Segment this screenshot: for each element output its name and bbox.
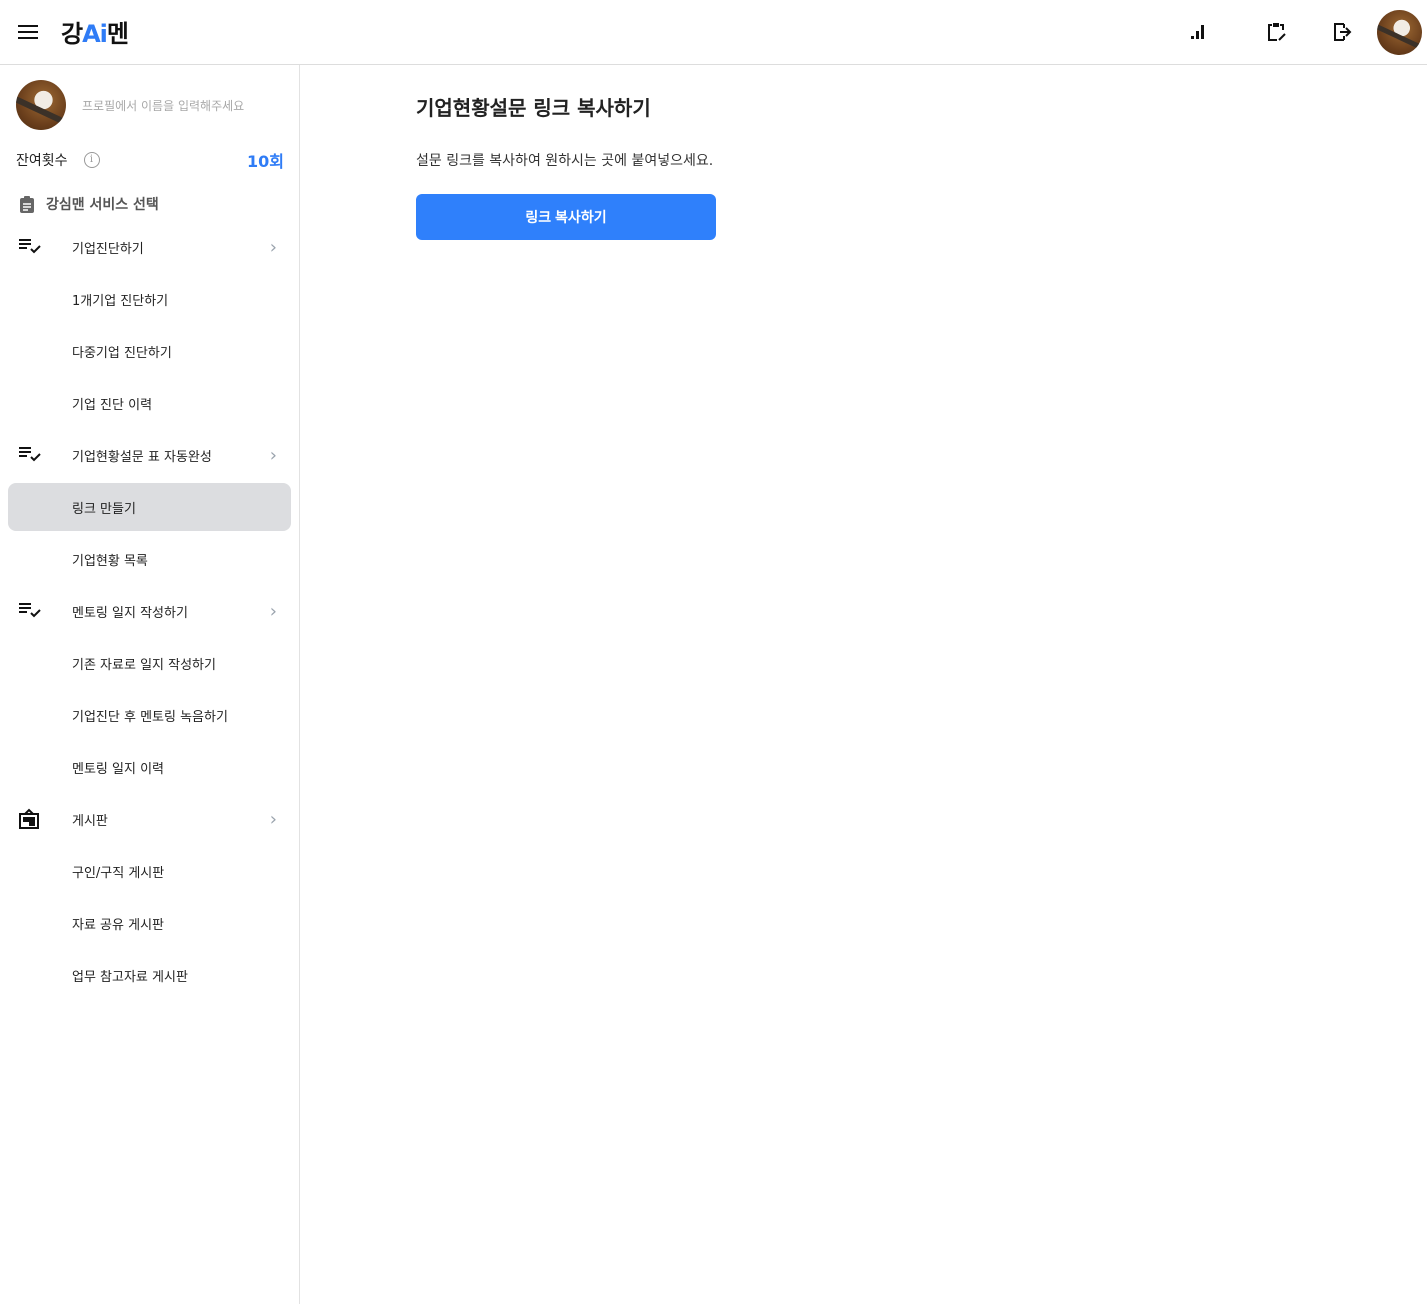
sidebar-item-label: 다중기업 진단하기	[72, 345, 172, 361]
clipboard-icon	[20, 196, 34, 213]
sidebar-item-label: 게시판	[72, 813, 108, 829]
chevron-right-icon[interactable]: ›	[270, 237, 277, 258]
remaining-count: 10회	[247, 152, 284, 171]
sidebar-item[interactable]: 링크 만들기	[8, 483, 291, 531]
checklist-icon	[18, 444, 42, 468]
sidebar-item-label: 업무 참고자료 게시판	[72, 969, 188, 985]
logout-icon[interactable]	[1331, 20, 1355, 44]
remaining-label: 잔여횟수	[16, 153, 68, 169]
sidebar-item[interactable]: 자료 공유 게시판	[8, 899, 291, 947]
sidebar-item-label: 구인/구직 게시판	[72, 865, 165, 881]
logo-text: 멘	[106, 20, 129, 48]
sidebar-item-label: 1개기업 진단하기	[72, 293, 169, 309]
sidebar-item-label: 기업현황설문 표 자동완성	[72, 449, 212, 465]
user-avatar[interactable]	[1377, 10, 1422, 55]
copy-link-button[interactable]: 링크 복사하기	[416, 194, 716, 240]
sidebar-item[interactable]: 기업진단하기 ›	[8, 223, 291, 271]
sidebar-item-label: 멘토링 일지 이력	[72, 761, 164, 777]
sidebar: 프로필에서 이름을 입력해주세요 잔여횟수 i 10회 강심맨 서비스 선택 기…	[0, 65, 300, 1304]
menu-icon[interactable]	[18, 25, 38, 39]
sidebar-item-label: 기업현황 목록	[72, 553, 148, 569]
sidebar-item[interactable]: 기존 자료로 일지 작성하기	[8, 639, 291, 687]
checklist-icon	[18, 236, 42, 260]
sidebar-item[interactable]: 기업현황 목록	[8, 535, 291, 583]
profile-name: 프로필에서 이름을 입력해주세요	[82, 98, 245, 113]
sidebar-item[interactable]: 기업 진단 이력	[8, 379, 291, 427]
sidebar-item-label: 링크 만들기	[72, 501, 136, 517]
remaining-count-row: 잔여횟수 i 10회	[16, 148, 284, 172]
sidebar-item[interactable]: 기업현황설문 표 자동완성 ›	[8, 431, 291, 479]
sidebar-item-label: 자료 공유 게시판	[72, 917, 164, 933]
chevron-right-icon[interactable]: ›	[270, 601, 277, 622]
service-title-text: 강심맨 서비스 선택	[46, 197, 159, 213]
sidebar-item[interactable]: 게시판 ›	[8, 795, 291, 843]
logo[interactable]: 강Ai멘	[61, 14, 129, 49]
sidebar-item[interactable]: 다중기업 진단하기	[8, 327, 291, 375]
logo-text: 강	[61, 20, 83, 48]
sidebar-item-label: 기존 자료로 일지 작성하기	[72, 657, 216, 673]
sidebar-item[interactable]: 업무 참고자료 게시판	[8, 951, 291, 999]
stats-icon[interactable]	[1187, 20, 1211, 44]
service-title: 강심맨 서비스 선택	[18, 194, 159, 214]
profile[interactable]: 프로필에서 이름을 입력해주세요	[16, 80, 244, 130]
sidebar-item[interactable]: 1개기업 진단하기	[8, 275, 291, 323]
chevron-right-icon[interactable]: ›	[270, 809, 277, 830]
logo-ai: Ai	[82, 20, 108, 48]
top-header: 강Ai멘	[0, 0, 1427, 65]
info-icon[interactable]: i	[83, 152, 100, 168]
page-title: 기업현황설문 링크 복사하기	[416, 96, 651, 120]
sidebar-item-label: 기업 진단 이력	[72, 397, 153, 413]
sidebar-item[interactable]: 구인/구직 게시판	[8, 847, 291, 895]
page-description: 설문 링크를 복사하여 원하시는 곳에 붙여넣으세요.	[416, 153, 714, 169]
sidebar-item[interactable]: 기업진단 후 멘토링 녹음하기	[8, 691, 291, 739]
sidebar-item-label: 멘토링 일지 작성하기	[72, 605, 188, 621]
chevron-right-icon[interactable]: ›	[270, 445, 277, 466]
profile-avatar	[16, 80, 66, 130]
main-content: 기업현황설문 링크 복사하기 설문 링크를 복사하여 원하시는 곳에 붙여넣으세…	[416, 92, 716, 240]
sidebar-item[interactable]: 멘토링 일지 작성하기 ›	[8, 587, 291, 635]
sidebar-item-label: 기업진단하기	[72, 241, 144, 257]
sidebar-item[interactable]: 멘토링 일지 이력	[8, 743, 291, 791]
clipboard-edit-icon[interactable]	[1265, 20, 1289, 44]
checklist-icon	[18, 600, 42, 624]
board-icon	[18, 808, 40, 834]
sidebar-item-label: 기업진단 후 멘토링 녹음하기	[72, 709, 228, 725]
